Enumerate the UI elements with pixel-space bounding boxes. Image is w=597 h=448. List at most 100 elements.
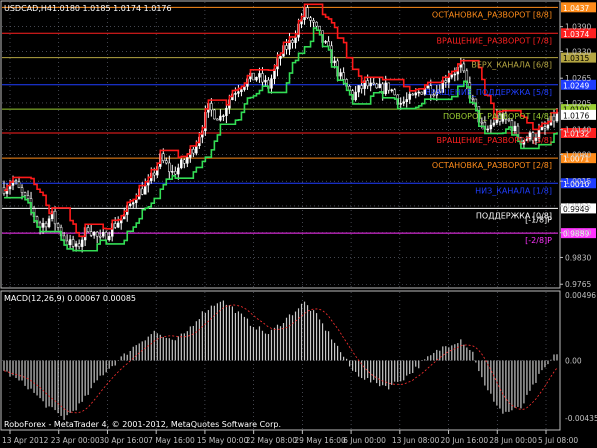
candle-body[interactable] (333, 60, 336, 64)
candle-body[interactable] (255, 76, 258, 81)
candle-body[interactable] (375, 83, 378, 89)
candle-body[interactable] (192, 148, 195, 154)
candle-body[interactable] (492, 122, 496, 126)
candle-body[interactable] (453, 73, 457, 76)
mt4-chart-window[interactable]: ОСТАНОВКА_РАЗВОРОТ [8/8] ВРАЩЕНИЕ_РАЗВОРО… (0, 0, 597, 448)
candle-body[interactable] (414, 92, 417, 96)
candle-body[interactable] (279, 56, 282, 59)
candle-body[interactable] (186, 157, 189, 164)
candle-body[interactable] (270, 78, 273, 89)
candle-body[interactable] (411, 93, 414, 96)
candle-body[interactable] (168, 162, 171, 172)
candle-body[interactable] (53, 210, 57, 225)
candle-body[interactable] (98, 235, 102, 238)
candle-body[interactable] (210, 103, 213, 111)
candle-body[interactable] (462, 63, 466, 72)
candle-body[interactable] (543, 126, 547, 129)
candle-body[interactable] (44, 223, 48, 228)
candle-body[interactable] (222, 115, 225, 117)
candle-body[interactable] (23, 192, 27, 196)
candle-body[interactable] (80, 239, 84, 247)
candle-body[interactable] (384, 82, 387, 94)
candle-body[interactable] (420, 91, 424, 95)
candle-body[interactable] (153, 172, 156, 176)
candle-body[interactable] (258, 73, 261, 78)
candle-body[interactable] (92, 231, 96, 236)
candle-body[interactable] (113, 223, 117, 228)
candle-body[interactable] (372, 82, 375, 85)
candle-body[interactable] (14, 180, 18, 183)
candle-body[interactable] (216, 118, 219, 121)
candle-body[interactable] (237, 91, 240, 94)
candle-body[interactable] (387, 82, 390, 91)
candle-body[interactable] (174, 171, 177, 175)
candle-body[interactable] (116, 222, 120, 228)
candle-body[interactable] (405, 99, 408, 103)
candle-body[interactable] (71, 239, 75, 247)
candle-body[interactable] (264, 79, 267, 83)
candle-body[interactable] (369, 82, 372, 87)
candle-body[interactable] (306, 7, 309, 18)
candle-body[interactable] (402, 101, 405, 104)
candle-body[interactable] (107, 236, 111, 241)
candle-body[interactable] (240, 89, 243, 93)
candle-body[interactable] (195, 145, 198, 154)
candle-body[interactable] (144, 184, 147, 195)
candle-body[interactable] (128, 203, 132, 206)
candle-body[interactable] (171, 171, 174, 173)
candle-body[interactable] (252, 72, 255, 81)
candle-body[interactable] (360, 85, 363, 89)
candle-body[interactable] (183, 159, 186, 164)
candle-body[interactable] (291, 39, 294, 43)
candle-body[interactable] (41, 223, 45, 228)
candle-body[interactable] (339, 72, 342, 77)
candle-body[interactable] (285, 45, 288, 50)
candle-body[interactable] (261, 73, 264, 83)
candle-body[interactable] (234, 93, 237, 95)
candle-body[interactable] (89, 231, 93, 236)
candle-body[interactable] (294, 36, 297, 43)
candle-body[interactable] (177, 167, 180, 175)
candle-body[interactable] (327, 41, 330, 47)
candle-body[interactable] (104, 232, 108, 241)
candle-body[interactable] (86, 227, 90, 233)
candle-body[interactable] (417, 91, 420, 94)
candle-body[interactable] (309, 17, 312, 21)
candle-body[interactable] (342, 72, 345, 80)
candle-body[interactable] (444, 80, 448, 83)
candle-body[interactable] (489, 124, 493, 130)
candle-body[interactable] (47, 218, 51, 228)
candle-body[interactable] (366, 80, 369, 87)
candle-body[interactable] (131, 202, 135, 205)
candle-body[interactable] (450, 74, 454, 78)
candle-body[interactable] (399, 103, 402, 105)
candle-body[interactable] (140, 188, 144, 195)
candle-body[interactable] (68, 239, 72, 246)
candle-body[interactable] (95, 231, 99, 237)
candle-body[interactable] (480, 121, 484, 124)
candle-body[interactable] (354, 91, 357, 101)
candle-body[interactable] (165, 160, 168, 164)
candle-body[interactable] (393, 89, 396, 96)
candle-body[interactable] (546, 124, 550, 129)
candle-body[interactable] (471, 98, 475, 100)
candle-body[interactable] (408, 93, 411, 100)
candle-body[interactable] (26, 195, 30, 199)
candle-body[interactable] (20, 187, 24, 193)
candle-body[interactable] (378, 83, 381, 89)
candle-body[interactable] (312, 20, 315, 23)
candle-body[interactable] (65, 240, 69, 246)
candle-body[interactable] (101, 232, 105, 237)
candle-body[interactable] (77, 243, 81, 247)
candle-body[interactable] (357, 85, 360, 93)
candle-body[interactable] (162, 153, 165, 161)
candle-body[interactable] (219, 115, 222, 121)
candle-body[interactable] (486, 128, 490, 131)
candle-body[interactable] (225, 107, 228, 116)
candle-body[interactable] (56, 223, 60, 228)
candle-body[interactable] (552, 115, 556, 122)
candle-body[interactable] (513, 125, 517, 132)
candle-body[interactable] (390, 89, 393, 92)
candle-body[interactable] (213, 109, 216, 120)
candle-body[interactable] (324, 41, 327, 43)
